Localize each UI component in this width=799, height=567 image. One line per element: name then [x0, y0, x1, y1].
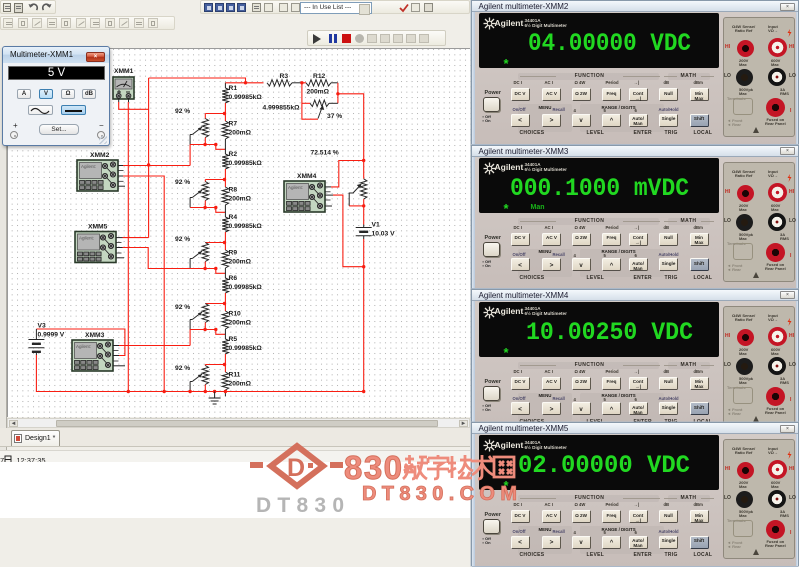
svg-text:4.999855kΩ: 4.999855kΩ [263, 105, 301, 112]
svg-text:Agilent:: Agilent: [76, 344, 91, 349]
svg-text:XMM5: XMM5 [88, 224, 108, 231]
svg-text:R6: R6 [229, 275, 238, 282]
svg-text:V1: V1 [372, 222, 380, 229]
svg-text:R12: R12 [313, 73, 326, 80]
svg-text:37 %: 37 % [327, 113, 342, 120]
svg-text:R8: R8 [229, 187, 238, 194]
svg-text:200mΩ: 200mΩ [229, 259, 252, 266]
svg-text:0.99985kΩ: 0.99985kΩ [229, 345, 263, 352]
svg-text:0.99985kΩ: 0.99985kΩ [229, 284, 263, 291]
svg-text:000.1000 mVDC: 000.1000 mVDC [510, 174, 689, 203]
svg-text:R10: R10 [229, 311, 242, 318]
svg-text:R1: R1 [229, 85, 238, 92]
svg-text:02.00000 VDC: 02.00000 VDC [518, 451, 690, 480]
svg-text:0.99985kΩ: 0.99985kΩ [229, 160, 263, 167]
svg-text:200mΩ: 200mΩ [307, 89, 330, 96]
svg-text:10.00250 VDC: 10.00250 VDC [526, 318, 693, 347]
svg-text:0.99985kΩ: 0.99985kΩ [229, 223, 263, 230]
svg-text:10.03 V: 10.03 V [372, 231, 396, 238]
svg-text:200mΩ: 200mΩ [229, 381, 252, 388]
svg-text:200mΩ: 200mΩ [229, 196, 252, 203]
svg-text:XMM4: XMM4 [297, 173, 317, 180]
svg-text:92 %: 92 % [175, 365, 190, 372]
svg-text:R5: R5 [229, 336, 238, 343]
svg-text:92 %: 92 % [175, 304, 190, 311]
svg-text:R11: R11 [229, 372, 241, 379]
svg-text:0.9999 V: 0.9999 V [38, 332, 65, 339]
svg-text:XMM1: XMM1 [114, 68, 134, 75]
svg-text:92 %: 92 % [175, 108, 190, 115]
svg-text:200mΩ: 200mΩ [229, 320, 252, 327]
svg-text:Agilent:: Agilent: [79, 236, 94, 241]
svg-text:92 %: 92 % [175, 179, 190, 186]
svg-text:Agilent:: Agilent: [288, 185, 303, 190]
svg-text:0.99985kΩ: 0.99985kΩ [229, 94, 263, 101]
svg-text:04.00000 VDC: 04.00000 VDC [528, 29, 691, 58]
svg-text:72.514 %: 72.514 % [311, 150, 339, 157]
svg-text:R2: R2 [229, 151, 238, 158]
svg-text:200mΩ: 200mΩ [229, 130, 252, 137]
svg-text:R4: R4 [229, 214, 238, 221]
svg-text:V3: V3 [38, 323, 46, 330]
svg-text:R7: R7 [229, 121, 238, 128]
svg-text:92 %: 92 % [175, 236, 190, 243]
svg-text:XMM2: XMM2 [90, 152, 110, 159]
svg-text:XMM3: XMM3 [85, 332, 105, 339]
svg-text:R9: R9 [229, 250, 238, 257]
svg-text:Agilent:: Agilent: [81, 164, 96, 169]
